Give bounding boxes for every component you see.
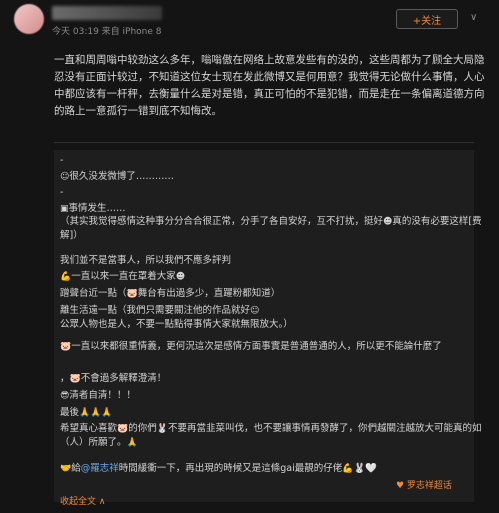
repost-line-dash: -: [60, 155, 64, 166]
emoji-icon: ☺: [250, 306, 260, 316]
repost-line-dash: -: [60, 187, 64, 198]
repost-line: ，🐷不會過多解釋澄清！: [60, 373, 167, 384]
pray-icon: 🙏🙏🙏: [79, 408, 113, 418]
repost-line: 離生活遠一點（我們只需要關注他的作品就好☺公眾人物也是人，不要一點點得事情大家就…: [60, 305, 293, 330]
repost-line: 希望真心喜歡🐷的你們🐰不要再當韭菜叫伐，也不要讓事情再發酵了，你們越關注越放大可…: [60, 423, 482, 448]
repost-line: 我们並不是當事人，所以我們不應多評判: [60, 255, 232, 266]
super-topic-link[interactable]: ♥ 罗志祥超话: [396, 478, 452, 491]
muscle-icon: 💪: [60, 272, 72, 282]
divider: [54, 142, 474, 143]
muscle-icon: 💪: [342, 464, 354, 474]
pray-icon: 🙏: [126, 438, 138, 448]
repost-line: 最後🙏🙏🙏: [60, 407, 113, 418]
repost-line: （其实我觉得感情这种事分分合合很正常，分手了各自安好，互不打扰，挺好☻真的没有必…: [60, 216, 482, 241]
smile-icon: ☺: [60, 172, 70, 182]
emoji-icon: ☻: [175, 272, 186, 282]
pig-icon: 🐷: [126, 289, 138, 299]
pig-icon: 🐷: [69, 374, 81, 384]
post-meta: 今天 03:19 来自 iPhone 8: [52, 27, 162, 37]
username-blurred[interactable]: [52, 6, 162, 20]
avatar[interactable]: [14, 4, 44, 34]
repost-line: 😎清者自清！！！: [60, 390, 136, 401]
repost-line: 💪一直以來一直在罩着大家☻: [60, 271, 186, 282]
pig-icon: 🐷: [117, 424, 129, 434]
post-header: 今天 03:19 来自 iPhone 8 +关注 ∨: [0, 0, 499, 44]
repost-line: 🤝給@羅志祥時間緩衝一下，再出現的時候又是這條gai最靚的仔佬💪🐰🤍: [60, 463, 378, 474]
handshake-icon: 🤝: [60, 464, 72, 474]
collapse-link[interactable]: 收起全文 ∧: [60, 494, 105, 507]
repost-line: 蹭聲台近一點（🐷舞台有出過多少，直躍粉都知道）: [60, 288, 281, 299]
repost-line: ☺很久没发微博了…………: [60, 171, 174, 182]
emoji-icon: ☻: [383, 217, 393, 227]
pig-icon: 🐷: [60, 342, 72, 352]
rabbit-icon: 🐰: [156, 424, 168, 434]
sunglasses-icon: 😎: [60, 391, 70, 401]
chevron-down-icon[interactable]: ∨: [470, 12, 477, 23]
repost-line: 🐷一直以來都很重情義，更何況這次是感情方面事實是普通普通的人，所以更不能論什麼了: [60, 341, 442, 352]
repost-line: ▣事情发生……: [60, 203, 126, 214]
follow-button[interactable]: +关注: [396, 9, 458, 29]
mention-link[interactable]: @羅志祥: [81, 463, 119, 474]
post-text: 一直和周周嗡中较劲这么多年，嗡嗡傲在网络上故意发些有的没的，这些周都为了顾全大局…: [54, 54, 485, 117]
